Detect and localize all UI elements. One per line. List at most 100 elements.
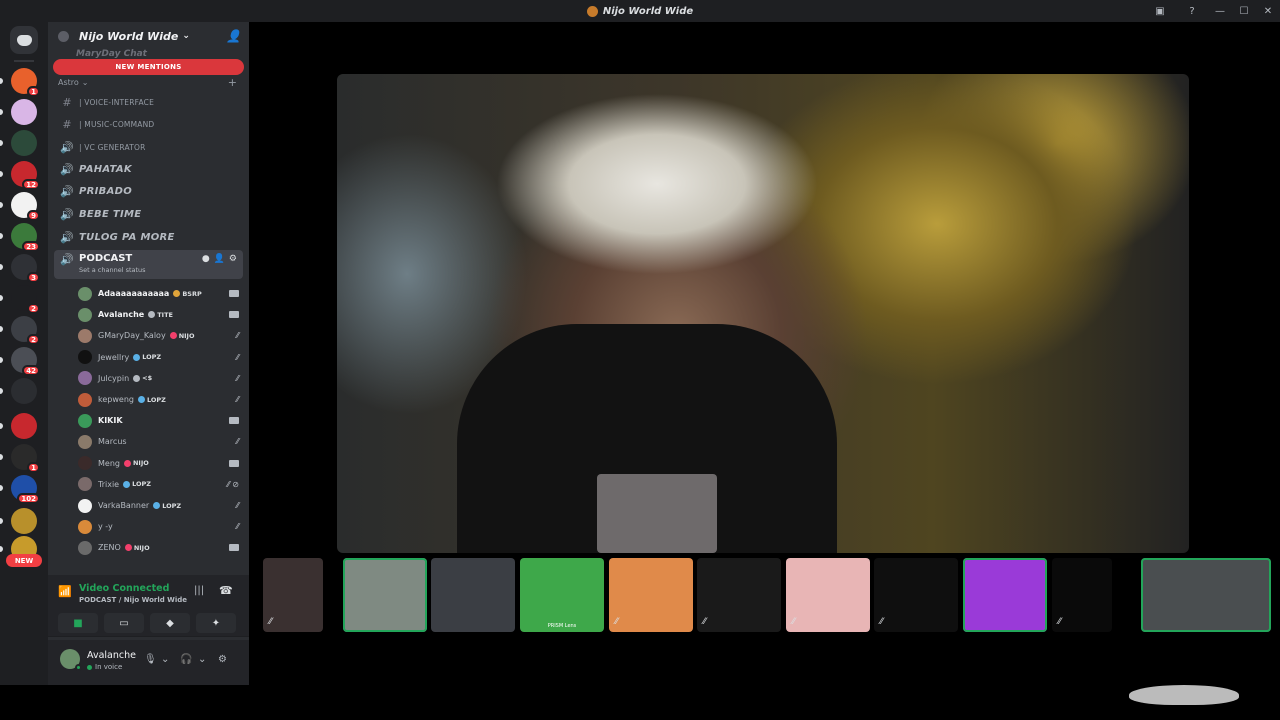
status-dot-icon [87,664,92,670]
participant-tile[interactable] [963,558,1047,632]
minimize-button[interactable]: — [1208,0,1232,22]
member-tag-text: NIJO [133,543,150,552]
settings-icon[interactable]: ⚙ [218,654,227,665]
tile-label: PRISM Lens [547,623,577,629]
channel-item[interactable]: 🔊 PAHATAK [54,159,243,179]
settings-icon[interactable]: ⚙ [229,254,237,264]
server-icon[interactable]: 9 [0,192,40,221]
participant-tile[interactable]: ⁄⁄ [874,558,958,632]
mention-badge: 2 [27,303,40,314]
channel-item[interactable]: 🔊 | VC GENERATOR [54,137,243,157]
voice-member[interactable]: Julcypin <$ ⁄⁄ [78,369,243,388]
participant-tile[interactable]: ⁄⁄ [697,558,781,632]
server-icon[interactable]: 23 [0,223,40,252]
member-tag-text: BSRP [182,289,202,298]
partial-channel[interactable]: MaryDay Chat [76,49,147,59]
chevron-down-icon[interactable]: ⌄ [161,654,169,665]
create-channel-icon[interactable]: + [228,76,237,89]
server-icon[interactable]: 2 [0,285,40,314]
chat-icon[interactable]: ● [202,254,210,264]
invite-icon[interactable]: 👤 [214,254,225,264]
chevron-down-icon[interactable]: ⌄ [198,654,206,665]
soundboard-button[interactable]: ✦ [196,613,236,633]
deafened-icon: ⁄⁄ [236,437,239,447]
headphones-icon[interactable]: 🎧 [180,654,192,665]
home-button[interactable] [10,26,38,54]
channel-label: | VC GENERATOR [79,142,146,152]
discord-icon [16,34,32,46]
signal-icon[interactable]: 📶 [58,585,72,598]
server-icon[interactable] [0,413,37,439]
participant-tile[interactable]: ⁄⁄ [263,558,323,632]
help-icon[interactable]: ? [1184,4,1200,18]
invite-people-icon[interactable]: 👤 [226,29,241,43]
channel-status[interactable]: Set a channel status [79,266,146,274]
participant-tile[interactable]: PRISM Lens [520,558,604,632]
channel-item[interactable]: 🔊 BEBE TIME [54,204,243,224]
channel-item[interactable]: # | MUSIC-COMMAND [54,114,243,134]
category-header[interactable]: Astro ⌄ [58,78,89,87]
participant-tile[interactable]: ⁄⁄ [786,558,870,632]
server-icon[interactable]: 3 [0,254,40,283]
noise-suppression-icon[interactable]: ||| [194,585,204,596]
server-icon[interactable] [0,378,37,404]
main-video-feed[interactable] [337,74,1189,553]
server-icon[interactable]: 1 [0,68,40,97]
server-icon[interactable] [0,99,37,125]
voice-status-channel[interactable]: PODCAST / Nijo World Wide [79,596,187,604]
unread-indicator [0,202,3,208]
member-tag-text: NIJO [132,459,149,468]
participant-tile[interactable]: ⁄⁄ [1052,558,1112,632]
microphone-icon[interactable]: 🎙 [144,654,157,665]
mention-badge: 23 [22,241,40,252]
server-icon[interactable]: 102 [0,475,40,504]
server-icon[interactable] [0,130,37,156]
participant-tile[interactable] [343,558,427,632]
voice-member[interactable]: Marcus ⁄⁄ [78,432,243,451]
voice-member[interactable]: ZENO NIJO [78,538,243,557]
server-icon[interactable] [0,508,37,534]
camera-button[interactable]: ■ [58,613,98,633]
member-name: Jewellry [98,352,130,362]
server-icon[interactable]: 1 [0,444,40,473]
disconnect-icon[interactable]: ☎ [219,584,233,597]
voice-member[interactable]: Jewellry LOPZ ⁄⁄ [78,348,243,367]
unread-indicator [0,357,3,363]
participant-tile[interactable] [1141,558,1271,632]
new-mentions-banner[interactable]: NEW MENTIONS [53,59,244,75]
close-button[interactable]: ✕ [1256,0,1280,22]
server-icon[interactable]: 2 [0,316,40,345]
voice-member[interactable]: Adaaaaaaaaaaa BSRP [78,284,243,303]
channel-item[interactable]: 🔊 TULOG PA MORE [54,227,243,247]
voice-member[interactable]: Avalanche TITE [78,305,243,324]
server-icon[interactable]: 42 [0,347,40,376]
new-unreads-pill[interactable]: NEW [6,554,42,567]
server-header[interactable]: Nijo World Wide ⌄ 👤 [48,22,249,50]
activity-button[interactable]: ◆ [150,613,190,633]
mention-badge: 1 [27,462,40,473]
channel-podcast[interactable]: 🔊 PODCAST Set a channel status ● 👤 ⚙ [54,250,243,279]
participant-tiles: ⁄⁄ PRISM Lens ⁄⁄ ⁄⁄ ⁄⁄ ⁄⁄ ⁄⁄ [263,556,1273,634]
voice-member[interactable]: KIKIK [78,411,243,430]
voice-member[interactable]: Trixie LOPZ ⁄⁄ ⊘ [78,475,243,494]
participant-tile[interactable] [431,558,515,632]
avatar[interactable] [60,649,82,671]
maximize-button[interactable]: ☐ [1232,0,1256,22]
voice-member[interactable]: Meng NIJO [78,454,243,473]
channel-item[interactable]: 🔊 PRIBADO [54,181,243,201]
voice-member[interactable]: y -y ⁄⁄ [78,517,243,536]
participant-tile[interactable]: ⁄⁄ [609,558,693,632]
mention-badge: 3 [27,272,40,283]
channel-label: PAHATAK [79,163,132,175]
screenshare-button[interactable]: ▭ [104,613,144,633]
channel-item[interactable]: # | VOICE-INTERFACE [54,92,243,112]
voice-member[interactable]: GMaryDay_Kaloy NIJO ⁄⁄ [78,326,243,345]
muted-icon: ⁄⁄ [269,617,273,627]
member-tag: LOPZ [153,502,181,510]
member-tag: <$ [133,374,152,382]
camera-icon [229,417,239,425]
inbox-icon[interactable]: ▣ [1152,4,1168,18]
server-icon[interactable]: 12 [0,161,40,190]
voice-member[interactable]: VarkaBanner LOPZ ⁄⁄ [78,496,243,515]
voice-member[interactable]: kepweng LOPZ ⁄⁄ [78,390,243,409]
